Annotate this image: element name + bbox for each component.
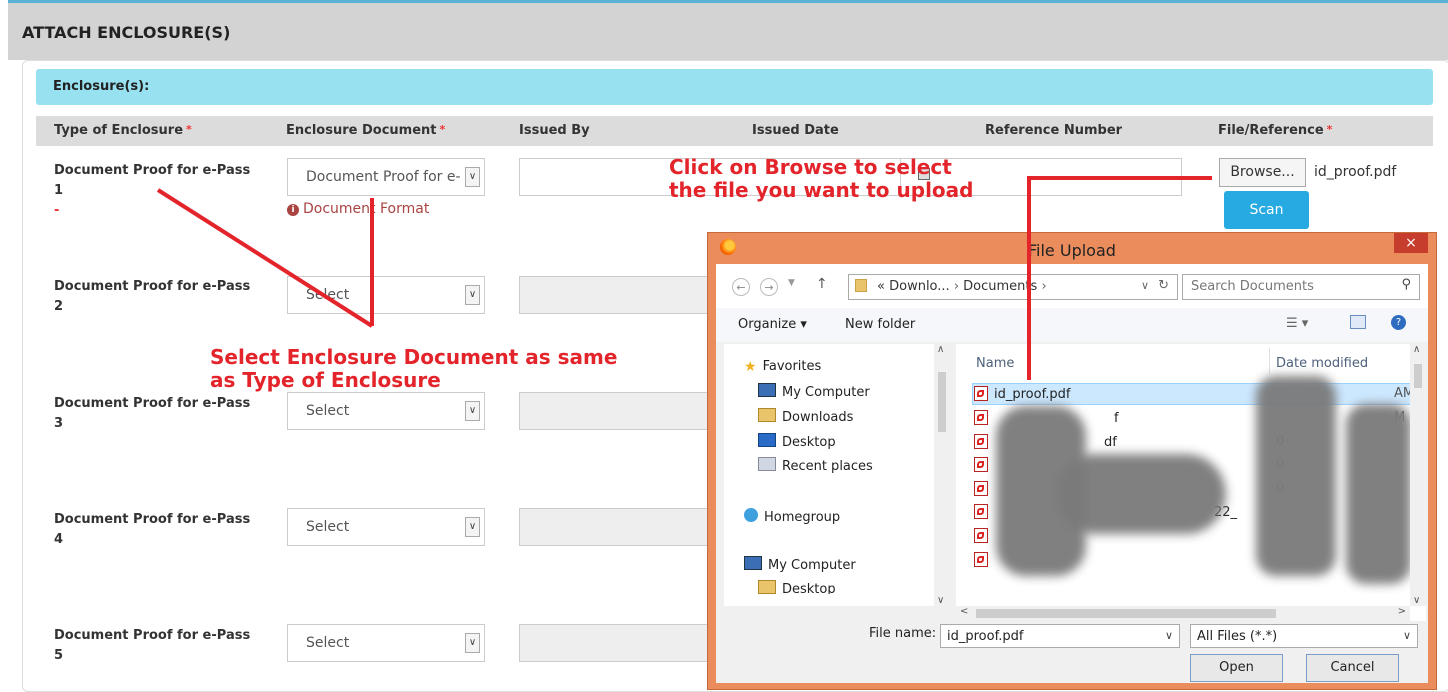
annotation-arrows: [156, 176, 1212, 380]
arrow-type-to-document: [156, 188, 374, 328]
arrow-browse-to-file: [1027, 176, 1212, 380]
